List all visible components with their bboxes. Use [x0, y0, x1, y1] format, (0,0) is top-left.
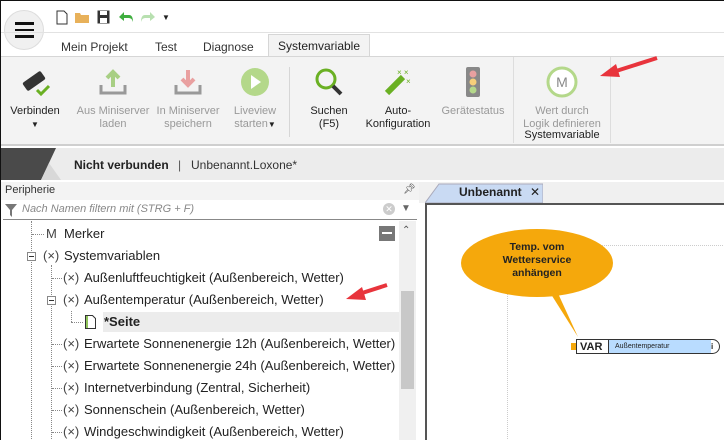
tree-item-aussenluftfeuchtigkeit[interactable]: (×) Außenluftfeuchtigkeit (Außenbereich, …	[1, 267, 399, 289]
redo-icon[interactable]	[140, 11, 156, 23]
tree-item-merker[interactable]: M Merker	[1, 223, 399, 245]
tree-item-windgeschwindigkeit[interactable]: (×) Windgeschwindigkeit (Außenbereich, We…	[1, 421, 399, 440]
save-to-miniserver-button[interactable]: In Miniserver speichern	[152, 65, 224, 131]
auto-configuration-button[interactable]: × × × Auto- Konfiguration	[359, 65, 437, 131]
tab-systemvariable[interactable]: Systemvariable	[268, 34, 370, 57]
tree-item-internetverbindung[interactable]: (×) Internetverbindung (Zentral, Sicherhe…	[1, 377, 399, 399]
pin-icon[interactable]: 📌︎	[403, 182, 416, 198]
memory-flag-icon: M	[546, 66, 578, 98]
open-folder-icon[interactable]	[75, 12, 89, 23]
filter-input[interactable]: Nach Namen filtern mit (STRG + F) ✕ ▼	[3, 200, 417, 220]
traffic-light-icon	[466, 67, 480, 97]
app-window: ▼ Mein Projekt Test Diagnose Systemvaria…	[0, 0, 724, 440]
load-from-miniserver-button[interactable]: Aus Miniserver laden	[73, 65, 153, 131]
tab-mein-projekt[interactable]: Mein Projekt	[61, 37, 128, 57]
document-tab-unbenannt[interactable]: Unbenannt ✕	[425, 182, 543, 203]
svg-text:×: ×	[406, 77, 411, 86]
clear-filter-icon[interactable]: ✕	[383, 203, 395, 215]
liveview-dropdown-icon[interactable]: ▼	[268, 120, 276, 129]
collapse-toggle[interactable]	[47, 296, 56, 305]
define-value-by-logic-button[interactable]: M Wert durch Logik definieren	[514, 65, 610, 131]
tree-item-sonnenenergie-24h[interactable]: (×) Erwartete Sonnenenergie 24h (Außenber…	[1, 355, 399, 377]
connection-status: Nicht verbunden	[74, 158, 169, 172]
status-decoration	[1, 148, 61, 180]
tree-item-seite[interactable]: *Seite	[1, 311, 399, 333]
svg-text:M: M	[556, 74, 568, 90]
status-bar: Nicht verbunden | Unbenannt.Loxone*	[1, 148, 724, 180]
periphery-tree: M Merker (×) Systemvariablen (×) Außenluf…	[1, 221, 399, 440]
systemvariable-group: M Wert durch Logik definieren Systemvaria…	[513, 57, 611, 143]
tab-diagnose[interactable]: Diagnose	[203, 37, 254, 57]
filter-icon	[5, 204, 17, 217]
scroll-up-icon[interactable]: ⌃	[402, 225, 410, 236]
connect-plug-icon	[22, 71, 51, 97]
download-icon	[174, 70, 202, 95]
upload-icon	[99, 69, 127, 95]
connect-button[interactable]: Verbinden ▼	[7, 65, 63, 131]
var-block[interactable]: VAR Außentemperatur i	[571, 339, 720, 354]
page-icon	[85, 315, 96, 329]
customize-dropdown-icon[interactable]: ▼	[162, 13, 170, 22]
connect-dropdown-icon[interactable]: ▼	[7, 118, 63, 131]
search-icon	[315, 68, 343, 96]
tree-item-systemvariablen[interactable]: (×) Systemvariablen	[1, 245, 399, 267]
logic-canvas[interactable]: Temp. vom Wetterservice anhängen VAR Außen…	[425, 203, 724, 440]
svg-text:× ×: × ×	[397, 68, 409, 77]
liveview-start-button[interactable]: Liveview starten▼	[227, 65, 283, 131]
filter-dropdown-icon[interactable]: ▼	[401, 203, 411, 214]
tree-item-sonnenschein[interactable]: (×) Sonnenschein (Außenbereich, Wetter)	[1, 399, 399, 421]
scrollbar-thumb[interactable]	[401, 291, 414, 389]
info-icon[interactable]: i	[711, 340, 713, 353]
collapse-all-button[interactable]	[379, 226, 395, 241]
input-connector[interactable]	[571, 343, 576, 350]
collapse-toggle[interactable]	[27, 252, 36, 261]
tree-item-sonnenenergie-12h[interactable]: (×) Erwartete Sonnenenergie 12h (Außenber…	[1, 333, 399, 355]
group-label: Systemvariable	[524, 129, 600, 141]
callout-text: Temp. vom Wetterservice anhängen	[502, 241, 572, 279]
periphery-panel-header: Peripherie 📌︎	[1, 182, 421, 200]
tree-scrollbar[interactable]: ⌃	[399, 221, 416, 440]
play-icon	[241, 68, 269, 96]
new-file-icon[interactable]	[56, 10, 68, 25]
tab-test[interactable]: Test	[155, 37, 177, 57]
ribbon: Verbinden ▼ Aus Miniserver laden In Minis…	[1, 56, 724, 146]
close-tab-icon[interactable]: ✕	[530, 185, 540, 199]
tree-item-aussentemperatur[interactable]: (×) Außentemperatur (Außenbereich, Wetter…	[1, 289, 399, 311]
save-icon[interactable]	[97, 10, 110, 24]
device-status-button[interactable]: Gerätestatus	[438, 65, 508, 118]
undo-icon[interactable]	[118, 11, 134, 23]
search-button[interactable]: Suchen (F5)	[301, 65, 357, 131]
magic-wand-icon: × ××	[384, 68, 411, 96]
project-filename: Unbenannt.Loxone*	[191, 158, 298, 172]
main-menu-button[interactable]	[4, 10, 44, 50]
